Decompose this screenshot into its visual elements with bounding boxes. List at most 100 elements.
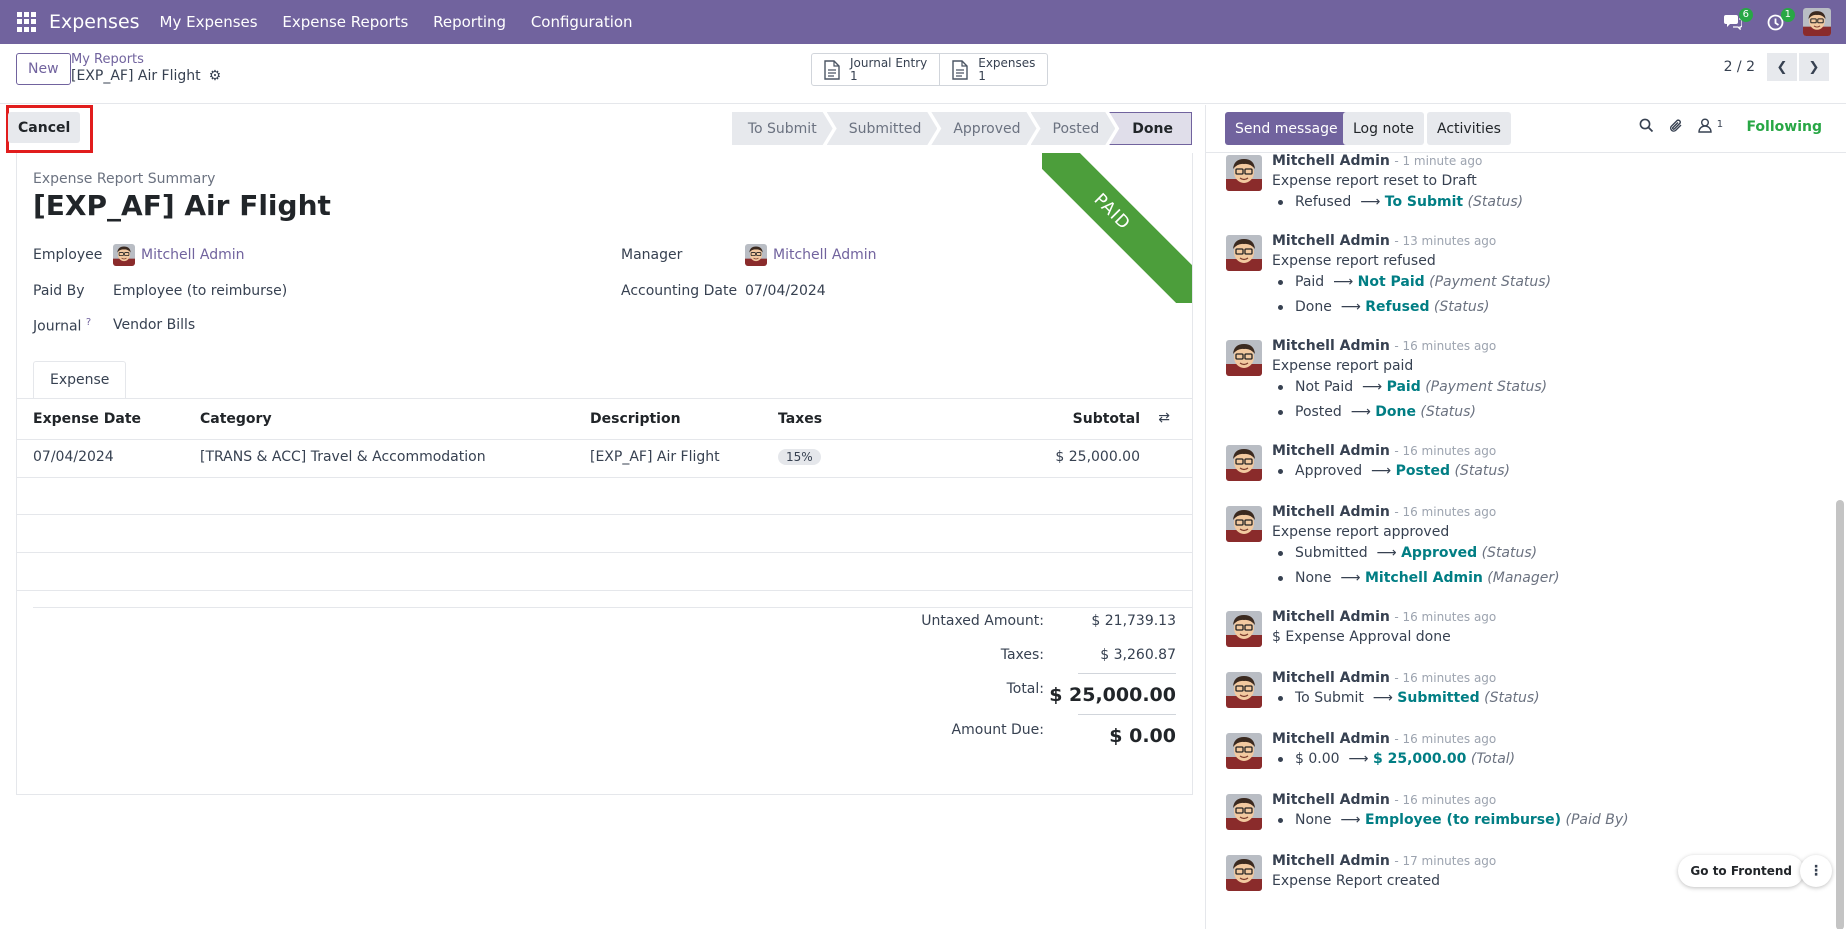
message-author[interactable]: Mitchell Admin: [1272, 443, 1390, 459]
tracking-field-name: (Status): [1467, 194, 1524, 210]
message-author[interactable]: Mitchell Admin: [1272, 853, 1390, 869]
tracking-old-value: $ 0.00: [1295, 751, 1340, 767]
app-title[interactable]: Expenses: [49, 11, 140, 33]
message-body: Expense report paid: [1272, 358, 1414, 374]
manager-field[interactable]: Mitchell Admin: [745, 244, 877, 266]
log-note-button[interactable]: Log note: [1343, 112, 1424, 145]
messages-icon[interactable]: 6: [1719, 8, 1753, 36]
manager-value[interactable]: Mitchell Admin: [773, 247, 877, 263]
journal-help-icon[interactable]: ?: [86, 317, 91, 328]
author-avatar[interactable]: [1226, 340, 1262, 376]
col-subtotal[interactable]: Subtotal: [1073, 411, 1140, 427]
tab-expense[interactable]: Expense: [33, 361, 127, 399]
row-description[interactable]: [EXP_AF] Air Flight: [590, 449, 720, 465]
row-expense-date[interactable]: 07/04/2024: [33, 449, 114, 465]
chatter-scrollbar[interactable]: [1836, 500, 1844, 929]
col-category[interactable]: Category: [200, 411, 272, 427]
gear-icon[interactable]: ⚙: [209, 68, 222, 84]
message-author[interactable]: Mitchell Admin: [1272, 153, 1390, 169]
col-description[interactable]: Description: [590, 411, 681, 427]
stage-posted[interactable]: Posted: [1031, 112, 1116, 145]
pager-next-icon[interactable]: ❯: [1799, 53, 1829, 81]
more-options-icon[interactable]: ⋮: [1800, 855, 1832, 887]
tracking-value: Done ⟶ Refused (Status): [1278, 299, 1489, 315]
followers-icon[interactable]: 1: [1698, 118, 1723, 137]
nav-my-expenses[interactable]: My Expenses: [160, 13, 258, 31]
column-settings-icon[interactable]: ⇄: [1158, 410, 1170, 426]
employee-value[interactable]: Mitchell Admin: [141, 247, 245, 263]
table-divider: [17, 439, 1192, 440]
message-author[interactable]: Mitchell Admin: [1272, 338, 1390, 354]
author-avatar[interactable]: [1226, 733, 1262, 769]
pager-previous-icon[interactable]: ❮: [1767, 53, 1797, 81]
message-author[interactable]: Mitchell Admin: [1272, 233, 1390, 249]
message-header: Mitchell Admin - 13 minutes ago: [1272, 233, 1496, 249]
journal-entry-label: Journal Entry: [850, 55, 928, 70]
row-subtotal[interactable]: $ 25,000.00: [1055, 449, 1140, 465]
following-button[interactable]: Following: [1746, 119, 1822, 135]
author-avatar[interactable]: [1226, 611, 1262, 647]
row-taxes[interactable]: 15%: [778, 449, 821, 465]
breadcrumb-current-record: [EXP_AF] Air Flight ⚙: [71, 68, 221, 84]
due-separator: [1078, 714, 1176, 715]
author-avatar[interactable]: [1226, 155, 1262, 191]
message-author[interactable]: Mitchell Admin: [1272, 609, 1390, 625]
tracking-new-value: Approved: [1401, 545, 1478, 561]
document-icon: [824, 59, 840, 80]
activities-button[interactable]: Activities: [1427, 112, 1511, 145]
message-time: - 17 minutes ago: [1394, 854, 1497, 868]
author-avatar[interactable]: [1226, 506, 1262, 542]
author-avatar[interactable]: [1226, 445, 1262, 481]
author-avatar[interactable]: [1226, 672, 1262, 708]
send-message-button[interactable]: Send message: [1225, 112, 1348, 145]
accounting-date-value[interactable]: 07/04/2024: [745, 283, 826, 299]
tracking-field-name: (Manager): [1487, 570, 1560, 586]
tracking-new-value: Paid: [1386, 379, 1421, 395]
journal-entry-smart-button[interactable]: Journal Entry 1: [812, 54, 941, 85]
message-author[interactable]: Mitchell Admin: [1272, 792, 1390, 808]
stage-done[interactable]: Done: [1109, 112, 1192, 145]
search-icon[interactable]: [1639, 118, 1654, 137]
stage-approved[interactable]: Approved: [931, 112, 1036, 145]
message-body: Expense report reset to Draft: [1272, 173, 1477, 189]
pager-value[interactable]: 2 / 2: [1724, 59, 1755, 75]
paperclip-icon[interactable]: [1669, 118, 1684, 138]
nav-configuration[interactable]: Configuration: [531, 13, 633, 31]
col-taxes[interactable]: Taxes: [778, 411, 822, 427]
col-expense-date[interactable]: Expense Date: [33, 411, 141, 427]
message-header: Mitchell Admin - 16 minutes ago: [1272, 443, 1496, 459]
stage-to-submit[interactable]: To Submit: [732, 112, 833, 145]
go-to-frontend-button[interactable]: Go to Frontend: [1678, 855, 1804, 887]
nav-reporting[interactable]: Reporting: [433, 13, 506, 31]
employee-field[interactable]: Mitchell Admin: [113, 244, 245, 266]
author-avatar[interactable]: [1226, 235, 1262, 271]
user-avatar[interactable]: [1803, 8, 1831, 36]
tracking-old-value: None: [1295, 570, 1332, 586]
apps-menu-icon[interactable]: [17, 12, 37, 32]
author-avatar[interactable]: [1226, 794, 1262, 830]
tracking-value: To Submit ⟶ Submitted (Status): [1278, 690, 1540, 706]
nav-expense-reports[interactable]: Expense Reports: [282, 13, 408, 31]
bullet-icon: [1278, 304, 1283, 310]
journal-value[interactable]: Vendor Bills: [113, 317, 195, 333]
message-author[interactable]: Mitchell Admin: [1272, 731, 1390, 747]
row-category[interactable]: [TRANS & ACC] Travel & Accommodation: [200, 449, 486, 465]
tracking-new-value: Refused: [1365, 299, 1430, 315]
stage-submitted[interactable]: Submitted: [827, 112, 938, 145]
cancel-button[interactable]: Cancel: [8, 112, 81, 143]
paid-by-value[interactable]: Employee (to reimburse): [113, 283, 287, 299]
message-author[interactable]: Mitchell Admin: [1272, 670, 1390, 686]
message-body: $ Expense Approval done: [1272, 629, 1451, 645]
new-button[interactable]: New: [16, 53, 71, 85]
expenses-label: Expenses: [978, 55, 1036, 70]
message-author[interactable]: Mitchell Admin: [1272, 504, 1390, 520]
breadcrumb-my-reports[interactable]: My Reports: [71, 52, 144, 67]
activities-clock-icon[interactable]: 1: [1761, 8, 1795, 36]
message-body: Expense Report created: [1272, 873, 1441, 889]
manager-avatar: [745, 244, 767, 266]
chatter-topbar: Send message Log note Activities 1 Follo…: [1206, 105, 1846, 153]
author-avatar[interactable]: [1226, 855, 1262, 891]
expenses-smart-button[interactable]: Expenses 1: [940, 54, 1047, 85]
tracking-new-value: Done: [1375, 404, 1416, 420]
report-title[interactable]: [EXP_AF] Air Flight: [33, 189, 331, 222]
